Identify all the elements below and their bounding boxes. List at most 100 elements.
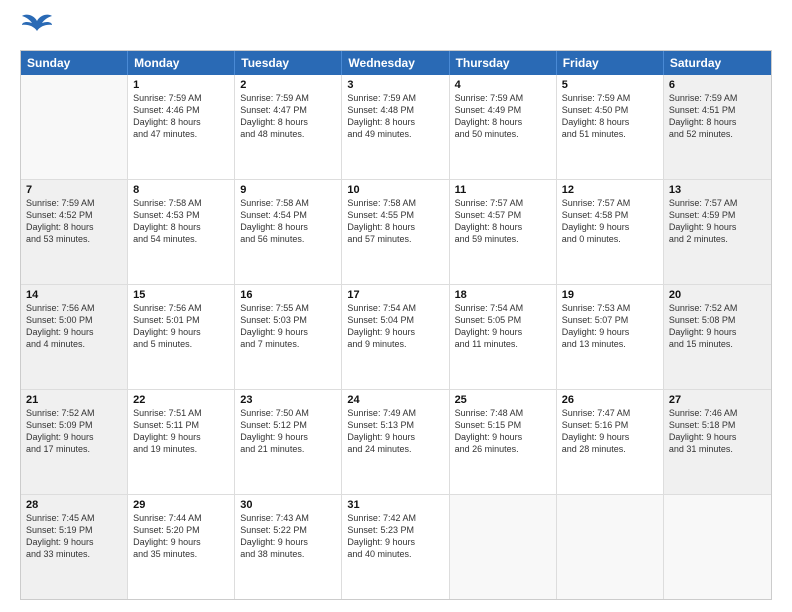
day-number: 5 xyxy=(562,79,658,91)
day-number: 26 xyxy=(562,394,658,406)
day-number: 30 xyxy=(240,499,336,511)
table-row xyxy=(450,495,557,599)
day-details: Sunrise: 7:59 AM Sunset: 4:50 PM Dayligh… xyxy=(562,92,658,141)
logo-bird-icon xyxy=(22,13,52,37)
day-details: Sunrise: 7:54 AM Sunset: 5:04 PM Dayligh… xyxy=(347,302,443,351)
table-row: 23Sunrise: 7:50 AM Sunset: 5:12 PM Dayli… xyxy=(235,390,342,494)
header-thursday: Thursday xyxy=(450,51,557,75)
calendar-week-5: 28Sunrise: 7:45 AM Sunset: 5:19 PM Dayli… xyxy=(21,494,771,599)
table-row: 14Sunrise: 7:56 AM Sunset: 5:00 PM Dayli… xyxy=(21,285,128,389)
day-details: Sunrise: 7:55 AM Sunset: 5:03 PM Dayligh… xyxy=(240,302,336,351)
table-row: 11Sunrise: 7:57 AM Sunset: 4:57 PM Dayli… xyxy=(450,180,557,284)
day-number: 20 xyxy=(669,289,766,301)
table-row: 16Sunrise: 7:55 AM Sunset: 5:03 PM Dayli… xyxy=(235,285,342,389)
day-details: Sunrise: 7:42 AM Sunset: 5:23 PM Dayligh… xyxy=(347,512,443,561)
day-number: 3 xyxy=(347,79,443,91)
page: Sunday Monday Tuesday Wednesday Thursday… xyxy=(0,0,792,612)
table-row: 6Sunrise: 7:59 AM Sunset: 4:51 PM Daylig… xyxy=(664,75,771,179)
header xyxy=(20,18,772,40)
table-row: 7Sunrise: 7:59 AM Sunset: 4:52 PM Daylig… xyxy=(21,180,128,284)
day-details: Sunrise: 7:50 AM Sunset: 5:12 PM Dayligh… xyxy=(240,407,336,456)
table-row: 5Sunrise: 7:59 AM Sunset: 4:50 PM Daylig… xyxy=(557,75,664,179)
day-number: 11 xyxy=(455,184,551,196)
day-number: 8 xyxy=(133,184,229,196)
day-number: 24 xyxy=(347,394,443,406)
table-row: 15Sunrise: 7:56 AM Sunset: 5:01 PM Dayli… xyxy=(128,285,235,389)
header-sunday: Sunday xyxy=(21,51,128,75)
header-saturday: Saturday xyxy=(664,51,771,75)
day-number: 19 xyxy=(562,289,658,301)
day-details: Sunrise: 7:53 AM Sunset: 5:07 PM Dayligh… xyxy=(562,302,658,351)
day-details: Sunrise: 7:59 AM Sunset: 4:46 PM Dayligh… xyxy=(133,92,229,141)
day-number: 7 xyxy=(26,184,122,196)
day-details: Sunrise: 7:47 AM Sunset: 5:16 PM Dayligh… xyxy=(562,407,658,456)
day-number: 21 xyxy=(26,394,122,406)
table-row: 29Sunrise: 7:44 AM Sunset: 5:20 PM Dayli… xyxy=(128,495,235,599)
day-number: 29 xyxy=(133,499,229,511)
day-number: 25 xyxy=(455,394,551,406)
day-number: 13 xyxy=(669,184,766,196)
table-row: 30Sunrise: 7:43 AM Sunset: 5:22 PM Dayli… xyxy=(235,495,342,599)
table-row: 28Sunrise: 7:45 AM Sunset: 5:19 PM Dayli… xyxy=(21,495,128,599)
day-details: Sunrise: 7:57 AM Sunset: 4:58 PM Dayligh… xyxy=(562,197,658,246)
day-details: Sunrise: 7:58 AM Sunset: 4:54 PM Dayligh… xyxy=(240,197,336,246)
table-row: 18Sunrise: 7:54 AM Sunset: 5:05 PM Dayli… xyxy=(450,285,557,389)
calendar-week-1: 1Sunrise: 7:59 AM Sunset: 4:46 PM Daylig… xyxy=(21,75,771,179)
calendar-week-3: 14Sunrise: 7:56 AM Sunset: 5:00 PM Dayli… xyxy=(21,284,771,389)
day-details: Sunrise: 7:56 AM Sunset: 5:00 PM Dayligh… xyxy=(26,302,122,351)
day-details: Sunrise: 7:52 AM Sunset: 5:08 PM Dayligh… xyxy=(669,302,766,351)
calendar-header: Sunday Monday Tuesday Wednesday Thursday… xyxy=(21,51,771,75)
day-number: 28 xyxy=(26,499,122,511)
day-details: Sunrise: 7:57 AM Sunset: 4:59 PM Dayligh… xyxy=(669,197,766,246)
day-details: Sunrise: 7:48 AM Sunset: 5:15 PM Dayligh… xyxy=(455,407,551,456)
day-number: 4 xyxy=(455,79,551,91)
day-number: 16 xyxy=(240,289,336,301)
day-number: 2 xyxy=(240,79,336,91)
table-row: 26Sunrise: 7:47 AM Sunset: 5:16 PM Dayli… xyxy=(557,390,664,494)
table-row: 22Sunrise: 7:51 AM Sunset: 5:11 PM Dayli… xyxy=(128,390,235,494)
day-number: 22 xyxy=(133,394,229,406)
table-row xyxy=(664,495,771,599)
calendar-body: 1Sunrise: 7:59 AM Sunset: 4:46 PM Daylig… xyxy=(21,75,771,599)
day-details: Sunrise: 7:59 AM Sunset: 4:51 PM Dayligh… xyxy=(669,92,766,141)
day-number: 31 xyxy=(347,499,443,511)
table-row xyxy=(21,75,128,179)
table-row: 20Sunrise: 7:52 AM Sunset: 5:08 PM Dayli… xyxy=(664,285,771,389)
table-row: 1Sunrise: 7:59 AM Sunset: 4:46 PM Daylig… xyxy=(128,75,235,179)
day-number: 15 xyxy=(133,289,229,301)
day-number: 10 xyxy=(347,184,443,196)
day-details: Sunrise: 7:59 AM Sunset: 4:52 PM Dayligh… xyxy=(26,197,122,246)
day-details: Sunrise: 7:59 AM Sunset: 4:49 PM Dayligh… xyxy=(455,92,551,141)
day-details: Sunrise: 7:58 AM Sunset: 4:53 PM Dayligh… xyxy=(133,197,229,246)
day-details: Sunrise: 7:59 AM Sunset: 4:48 PM Dayligh… xyxy=(347,92,443,141)
day-details: Sunrise: 7:58 AM Sunset: 4:55 PM Dayligh… xyxy=(347,197,443,246)
day-details: Sunrise: 7:52 AM Sunset: 5:09 PM Dayligh… xyxy=(26,407,122,456)
table-row: 2Sunrise: 7:59 AM Sunset: 4:47 PM Daylig… xyxy=(235,75,342,179)
table-row: 31Sunrise: 7:42 AM Sunset: 5:23 PM Dayli… xyxy=(342,495,449,599)
table-row: 25Sunrise: 7:48 AM Sunset: 5:15 PM Dayli… xyxy=(450,390,557,494)
table-row: 19Sunrise: 7:53 AM Sunset: 5:07 PM Dayli… xyxy=(557,285,664,389)
header-tuesday: Tuesday xyxy=(235,51,342,75)
day-details: Sunrise: 7:54 AM Sunset: 5:05 PM Dayligh… xyxy=(455,302,551,351)
day-number: 23 xyxy=(240,394,336,406)
table-row: 3Sunrise: 7:59 AM Sunset: 4:48 PM Daylig… xyxy=(342,75,449,179)
logo xyxy=(20,18,52,40)
day-number: 17 xyxy=(347,289,443,301)
table-row xyxy=(557,495,664,599)
table-row: 12Sunrise: 7:57 AM Sunset: 4:58 PM Dayli… xyxy=(557,180,664,284)
day-number: 9 xyxy=(240,184,336,196)
day-details: Sunrise: 7:49 AM Sunset: 5:13 PM Dayligh… xyxy=(347,407,443,456)
day-details: Sunrise: 7:46 AM Sunset: 5:18 PM Dayligh… xyxy=(669,407,766,456)
day-number: 1 xyxy=(133,79,229,91)
day-details: Sunrise: 7:57 AM Sunset: 4:57 PM Dayligh… xyxy=(455,197,551,246)
day-number: 27 xyxy=(669,394,766,406)
day-details: Sunrise: 7:45 AM Sunset: 5:19 PM Dayligh… xyxy=(26,512,122,561)
day-number: 6 xyxy=(669,79,766,91)
table-row: 17Sunrise: 7:54 AM Sunset: 5:04 PM Dayli… xyxy=(342,285,449,389)
day-details: Sunrise: 7:43 AM Sunset: 5:22 PM Dayligh… xyxy=(240,512,336,561)
table-row: 10Sunrise: 7:58 AM Sunset: 4:55 PM Dayli… xyxy=(342,180,449,284)
header-wednesday: Wednesday xyxy=(342,51,449,75)
table-row: 13Sunrise: 7:57 AM Sunset: 4:59 PM Dayli… xyxy=(664,180,771,284)
table-row: 9Sunrise: 7:58 AM Sunset: 4:54 PM Daylig… xyxy=(235,180,342,284)
table-row: 8Sunrise: 7:58 AM Sunset: 4:53 PM Daylig… xyxy=(128,180,235,284)
